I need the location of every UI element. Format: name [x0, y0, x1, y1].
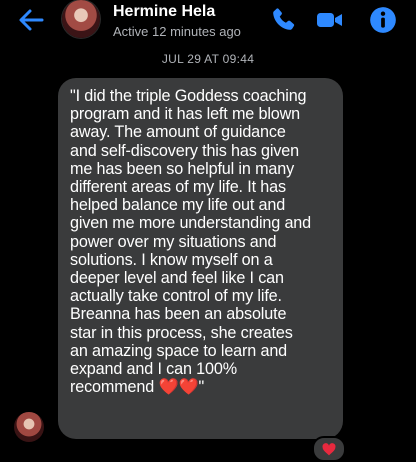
sender-avatar[interactable] [14, 412, 44, 442]
phone-icon[interactable] [269, 6, 297, 34]
chat-header: Hermine Hela Active 12 minutes ago [0, 0, 416, 44]
date-separator: JUL 29 AT 09:44 [161, 52, 255, 66]
reaction-badge[interactable] [312, 436, 346, 462]
message-text: "I did the triple Goddess coaching progr… [70, 87, 312, 397]
contact-name[interactable]: Hermine Hela [113, 3, 215, 21]
back-arrow-icon[interactable] [18, 8, 44, 32]
info-icon[interactable] [369, 6, 397, 34]
avatar[interactable] [62, 0, 100, 38]
video-camera-icon[interactable] [316, 6, 344, 34]
active-status: Active 12 minutes ago [113, 24, 241, 39]
message-bubble[interactable]: "I did the triple Goddess coaching progr… [58, 78, 343, 439]
heart-icon [322, 442, 336, 455]
